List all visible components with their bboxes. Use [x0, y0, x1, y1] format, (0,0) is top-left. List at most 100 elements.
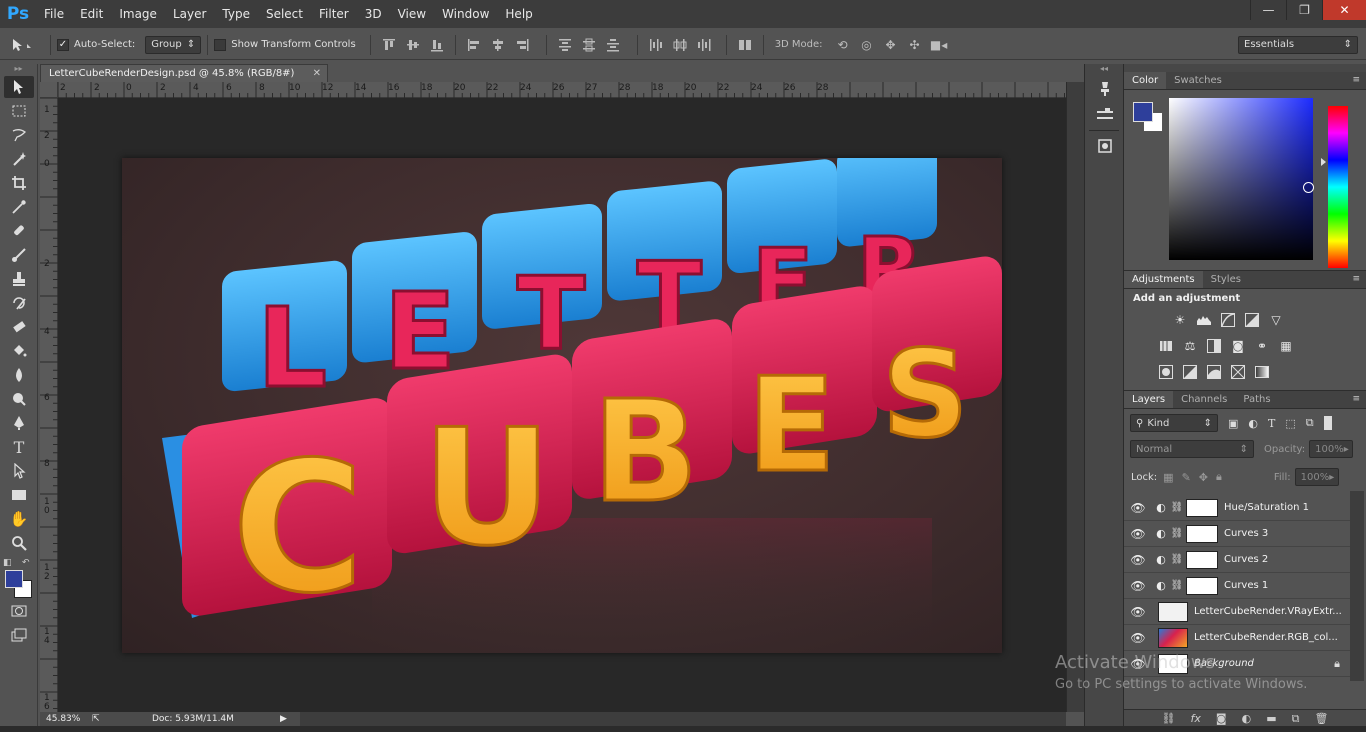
- lock-position-icon[interactable]: ✥: [1199, 471, 1208, 484]
- distribute-bottom-icon[interactable]: [604, 37, 622, 53]
- blend-mode-dropdown[interactable]: Normal ⇕: [1130, 440, 1254, 458]
- layer-name[interactable]: Curves 2: [1224, 554, 1268, 565]
- layer-mask-thumbnail[interactable]: [1186, 498, 1218, 517]
- healing-brush-tool-icon[interactable]: [4, 220, 34, 242]
- menu-file[interactable]: File: [36, 0, 72, 28]
- distribute-horizontal-centers-icon[interactable]: [671, 37, 689, 53]
- visibility-eye-icon[interactable]: 👁︎: [1124, 527, 1152, 541]
- quick-mask-icon[interactable]: [4, 600, 34, 622]
- visibility-eye-icon[interactable]: 👁︎: [1124, 501, 1152, 515]
- collapse-handle[interactable]: ◂◂: [1085, 64, 1123, 74]
- hue-slider-arrow-icon[interactable]: [1321, 158, 1326, 166]
- add-mask-icon[interactable]: ◙: [1216, 712, 1227, 725]
- vertical-ruler[interactable]: 1 2 0 2 4 6 8 1 0 1 2 1 4 1 6: [40, 98, 58, 712]
- exposure-icon[interactable]: [1242, 311, 1262, 329]
- visibility-eye-icon[interactable]: 👁︎: [1124, 579, 1152, 593]
- vertical-scrollbar[interactable]: [1066, 82, 1084, 712]
- opacity-field[interactable]: 100% ▸: [1309, 440, 1354, 458]
- document-tab[interactable]: LetterCubeRenderDesign.psd @ 45.8% (RGB/…: [40, 64, 328, 82]
- layer-name[interactable]: Curves 1: [1224, 580, 1268, 591]
- new-layer-icon[interactable]: ⧉: [1292, 712, 1300, 726]
- move-tool-icon[interactable]: [4, 76, 34, 98]
- minimize-button[interactable]: —: [1250, 0, 1286, 20]
- dodge-tool-icon[interactable]: [4, 388, 34, 410]
- invert-icon[interactable]: [1156, 363, 1176, 381]
- clone-stamp-tool-icon[interactable]: [4, 268, 34, 290]
- gradient-map-icon[interactable]: [1252, 363, 1272, 381]
- screen-mode-icon[interactable]: [4, 624, 34, 646]
- eyedropper-tool-icon[interactable]: [4, 196, 34, 218]
- align-bottom-edges-icon[interactable]: [428, 37, 446, 53]
- layer-filter-dropdown[interactable]: ⚲ Kind ⇕: [1130, 414, 1218, 432]
- crop-tool-icon[interactable]: [4, 172, 34, 194]
- hand-tool-icon[interactable]: ✋: [4, 508, 34, 530]
- photo-filter-icon[interactable]: ◙: [1228, 337, 1248, 355]
- hue-slider[interactable]: [1328, 106, 1348, 268]
- tab-paths[interactable]: Paths: [1235, 391, 1278, 408]
- layers-scrollbar[interactable]: [1350, 491, 1364, 681]
- lock-pixels-icon[interactable]: ✎: [1182, 471, 1191, 484]
- filter-shape-icon[interactable]: ⬚: [1285, 417, 1295, 430]
- zoom-tool-icon[interactable]: [4, 532, 34, 554]
- menu-filter[interactable]: Filter: [311, 0, 357, 28]
- chain-link-icon[interactable]: ⛓︎: [1170, 528, 1184, 539]
- chain-link-icon[interactable]: ⛓︎: [1170, 502, 1184, 513]
- layer-mask-thumbnail[interactable]: [1186, 576, 1218, 595]
- distribute-left-icon[interactable]: [647, 37, 665, 53]
- show-transform-checkbox[interactable]: [214, 38, 227, 51]
- new-group-icon[interactable]: ▬: [1266, 712, 1276, 725]
- visibility-eye-icon[interactable]: 👁︎: [1124, 553, 1152, 567]
- horizontal-ruler[interactable]: 2 2 0 2 4 6 8 10 12 14 16 18 20 22 24 26…: [58, 82, 1066, 98]
- history-brush-tool-icon[interactable]: [4, 292, 34, 314]
- export-icon[interactable]: ⇱: [92, 714, 152, 724]
- foreground-color-swatch[interactable]: [5, 570, 23, 588]
- layer-row[interactable]: 👁︎ LetterCubeRender.VRayExtr...: [1124, 599, 1350, 625]
- collapse-handle[interactable]: ▸▸: [0, 64, 37, 74]
- lock-transparent-icon[interactable]: ▦: [1163, 471, 1173, 484]
- blur-tool-icon[interactable]: [4, 364, 34, 386]
- menu-view[interactable]: View: [390, 0, 434, 28]
- auto-select-checkbox[interactable]: ✓: [57, 38, 69, 51]
- layer-row[interactable]: 👁︎ LetterCubeRender.RGB_col...: [1124, 625, 1350, 651]
- 3d-panel-icon[interactable]: [1092, 135, 1118, 157]
- magic-wand-tool-icon[interactable]: [4, 148, 34, 170]
- distribute-top-icon[interactable]: [556, 37, 574, 53]
- distribute-right-icon[interactable]: [695, 37, 713, 53]
- default-colors-icon[interactable]: ◧: [3, 558, 12, 568]
- color-balance-icon[interactable]: ⚖: [1180, 337, 1200, 355]
- foreground-color-swatch[interactable]: [1133, 102, 1153, 122]
- layer-row[interactable]: 👁︎ ◐ ⛓︎ Hue/Saturation 1: [1124, 495, 1350, 521]
- document-canvas[interactable]: L E T T E R C U B E S: [122, 158, 1002, 653]
- align-left-edges-icon[interactable]: [465, 37, 483, 53]
- color-field[interactable]: [1169, 98, 1314, 260]
- ruler-corner[interactable]: [40, 82, 58, 98]
- filter-type-icon[interactable]: T: [1268, 417, 1275, 430]
- path-selection-tool-icon[interactable]: [4, 460, 34, 482]
- type-tool-icon[interactable]: T: [4, 436, 34, 458]
- brightness-contrast-icon[interactable]: ☀: [1170, 311, 1190, 329]
- tab-swatches[interactable]: Swatches: [1166, 72, 1230, 89]
- threshold-icon[interactable]: [1204, 363, 1224, 381]
- lock-all-icon[interactable]: 🔒︎: [1216, 470, 1222, 484]
- align-vertical-centers-icon[interactable]: [404, 37, 422, 53]
- eraser-tool-icon[interactable]: [4, 316, 34, 338]
- link-layers-icon[interactable]: ⛓︎: [1162, 712, 1176, 725]
- hue-saturation-icon[interactable]: [1156, 337, 1176, 355]
- black-white-icon[interactable]: [1204, 337, 1224, 355]
- align-right-edges-icon[interactable]: [513, 37, 531, 53]
- panel-menu-icon[interactable]: ≡: [1352, 394, 1360, 404]
- menu-help[interactable]: Help: [497, 0, 540, 28]
- curves-icon[interactable]: [1218, 311, 1238, 329]
- align-horizontal-centers-icon[interactable]: [489, 37, 507, 53]
- filter-smart-object-icon[interactable]: ⧉: [1306, 416, 1314, 430]
- menu-type[interactable]: Type: [214, 0, 258, 28]
- layer-row[interactable]: 👁︎ ◐ ⛓︎ Curves 3: [1124, 521, 1350, 547]
- brush-panel-icon[interactable]: [1092, 104, 1118, 126]
- paint-bucket-tool-icon[interactable]: [4, 340, 34, 362]
- chain-link-icon[interactable]: ⛓︎: [1170, 580, 1184, 591]
- vibrance-icon[interactable]: ▽: [1266, 311, 1286, 329]
- auto-align-layers-icon[interactable]: [736, 37, 754, 53]
- marquee-tool-icon[interactable]: [4, 100, 34, 122]
- move-tool-preset-icon[interactable]: [0, 38, 44, 52]
- menu-window[interactable]: Window: [434, 0, 497, 28]
